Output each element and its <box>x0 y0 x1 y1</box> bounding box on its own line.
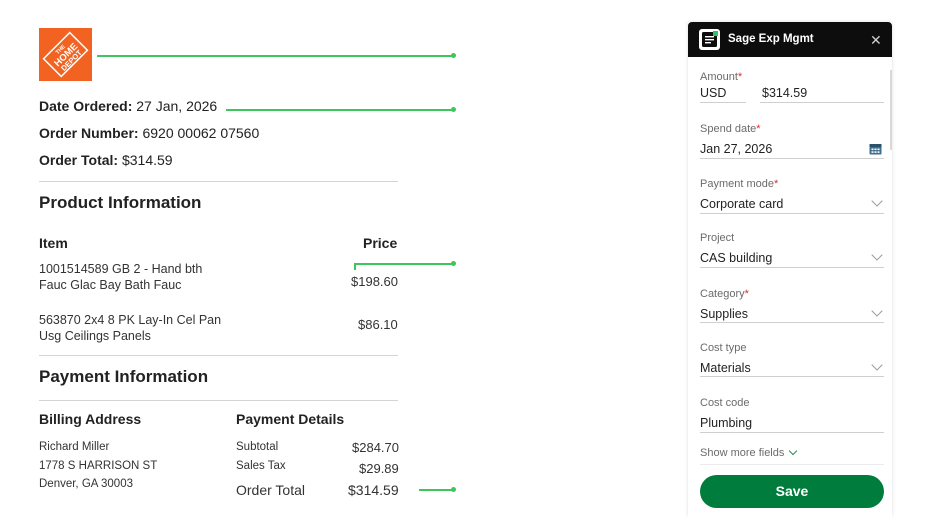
field-underline <box>700 267 884 268</box>
sales-tax-value: $29.89 <box>359 461 399 476</box>
payment-details-title: Payment Details <box>236 411 345 427</box>
field-underline <box>760 102 884 103</box>
annotation-line <box>97 55 453 57</box>
home-depot-logo: THE HOME DEPOT <box>39 28 92 81</box>
sales-tax-label: Sales Tax <box>236 460 286 472</box>
field-underline <box>700 432 884 433</box>
billing-name: Richard Miller <box>39 441 110 453</box>
item-line-2: Usg Ceilings Panels <box>39 329 151 343</box>
spend-date-label: Spend date* <box>700 123 761 135</box>
currency-field[interactable]: USD <box>700 86 726 100</box>
item-line-1: 563870 2x4 8 PK Lay-In Cel Pan <box>39 313 222 327</box>
divider <box>39 181 398 182</box>
annotation-line <box>419 489 453 491</box>
calendar-icon[interactable] <box>869 142 882 155</box>
divider <box>39 400 398 401</box>
project-label: Project <box>700 232 735 244</box>
order-number-value: 6920 00062 07560 <box>142 125 260 141</box>
divider <box>700 464 884 465</box>
order-total-label: Order Total: <box>39 152 119 168</box>
payment-section-title: Payment Information <box>39 367 209 386</box>
annotation-dot <box>451 53 456 58</box>
field-underline <box>700 376 884 377</box>
cost-code-field[interactable]: Plumbing <box>700 416 752 430</box>
annotation-dot <box>451 107 456 112</box>
category-select[interactable]: Supplies <box>700 307 748 321</box>
billing-city: Denver, GA 30003 <box>39 478 133 490</box>
item-line-2: Fauc Glac Bay Bath Fauc <box>39 278 182 292</box>
billing-street: 1778 S HARRISON ST <box>39 460 158 472</box>
order-total-value: $314.59 <box>121 152 173 168</box>
panel-scrollbar[interactable] <box>890 70 892 150</box>
field-underline <box>700 158 884 159</box>
chevron-down-icon <box>789 446 798 456</box>
order-number-row: Order Number: 6920 00062 07560 <box>39 125 259 141</box>
amount-label: Amount* <box>700 71 743 83</box>
subtotal-label: Subtotal <box>236 441 279 453</box>
item-line-1: 1001514589 GB 2 - Hand bth <box>39 262 203 276</box>
list-item: 563870 2x4 8 PK Lay-In Cel Pan Usg Ceili… <box>39 312 221 344</box>
app-title: Sage Exp Mgmt <box>728 33 814 45</box>
date-ordered-row: Date Ordered: 27 Jan, 2026 <box>39 98 217 114</box>
payment-mode-select[interactable]: Corporate card <box>700 197 783 211</box>
category-label: Category* <box>700 288 749 300</box>
annotation-line <box>354 263 453 265</box>
field-underline <box>700 213 884 214</box>
payment-mode-label: Payment mode* <box>700 178 779 190</box>
item-price: $86.10 <box>358 317 398 332</box>
close-icon[interactable]: ✕ <box>870 32 882 49</box>
project-select[interactable]: CAS building <box>700 251 772 265</box>
order-total-row: Order Total: $314.59 <box>39 152 173 168</box>
app-icon <box>699 29 720 50</box>
order-total-value-bottom: $314.59 <box>348 482 399 498</box>
date-ordered-label: Date Ordered: <box>39 98 133 114</box>
save-button[interactable]: Save <box>700 475 884 508</box>
field-underline <box>700 102 746 103</box>
spend-date-field[interactable]: Jan 27, 2026 <box>700 142 772 156</box>
price-column-header: Price <box>363 235 398 251</box>
divider <box>39 355 398 356</box>
order-number-label: Order Number: <box>39 125 139 141</box>
item-price: $198.60 <box>351 274 398 289</box>
annotation-line <box>226 109 453 111</box>
billing-address-title: Billing Address <box>39 411 142 427</box>
annotation-dot <box>451 487 456 492</box>
list-item: 1001514589 GB 2 - Hand bth Fauc Glac Bay… <box>39 261 202 293</box>
field-underline <box>700 322 884 323</box>
show-more-fields-link[interactable]: Show more fields <box>700 446 798 459</box>
cost-code-label: Cost code <box>700 397 750 409</box>
cost-type-label: Cost type <box>700 342 747 354</box>
annotation-tick <box>354 263 356 270</box>
product-section-title: Product Information <box>39 193 202 212</box>
annotation-dot <box>451 261 456 266</box>
order-total-label-bottom: Order Total <box>236 482 305 498</box>
amount-field[interactable]: $314.59 <box>762 86 807 100</box>
item-column-header: Item <box>39 235 68 251</box>
date-ordered-value: 27 Jan, 2026 <box>136 98 218 114</box>
cost-type-select[interactable]: Materials <box>700 361 751 375</box>
subtotal-value: $284.70 <box>352 440 399 455</box>
